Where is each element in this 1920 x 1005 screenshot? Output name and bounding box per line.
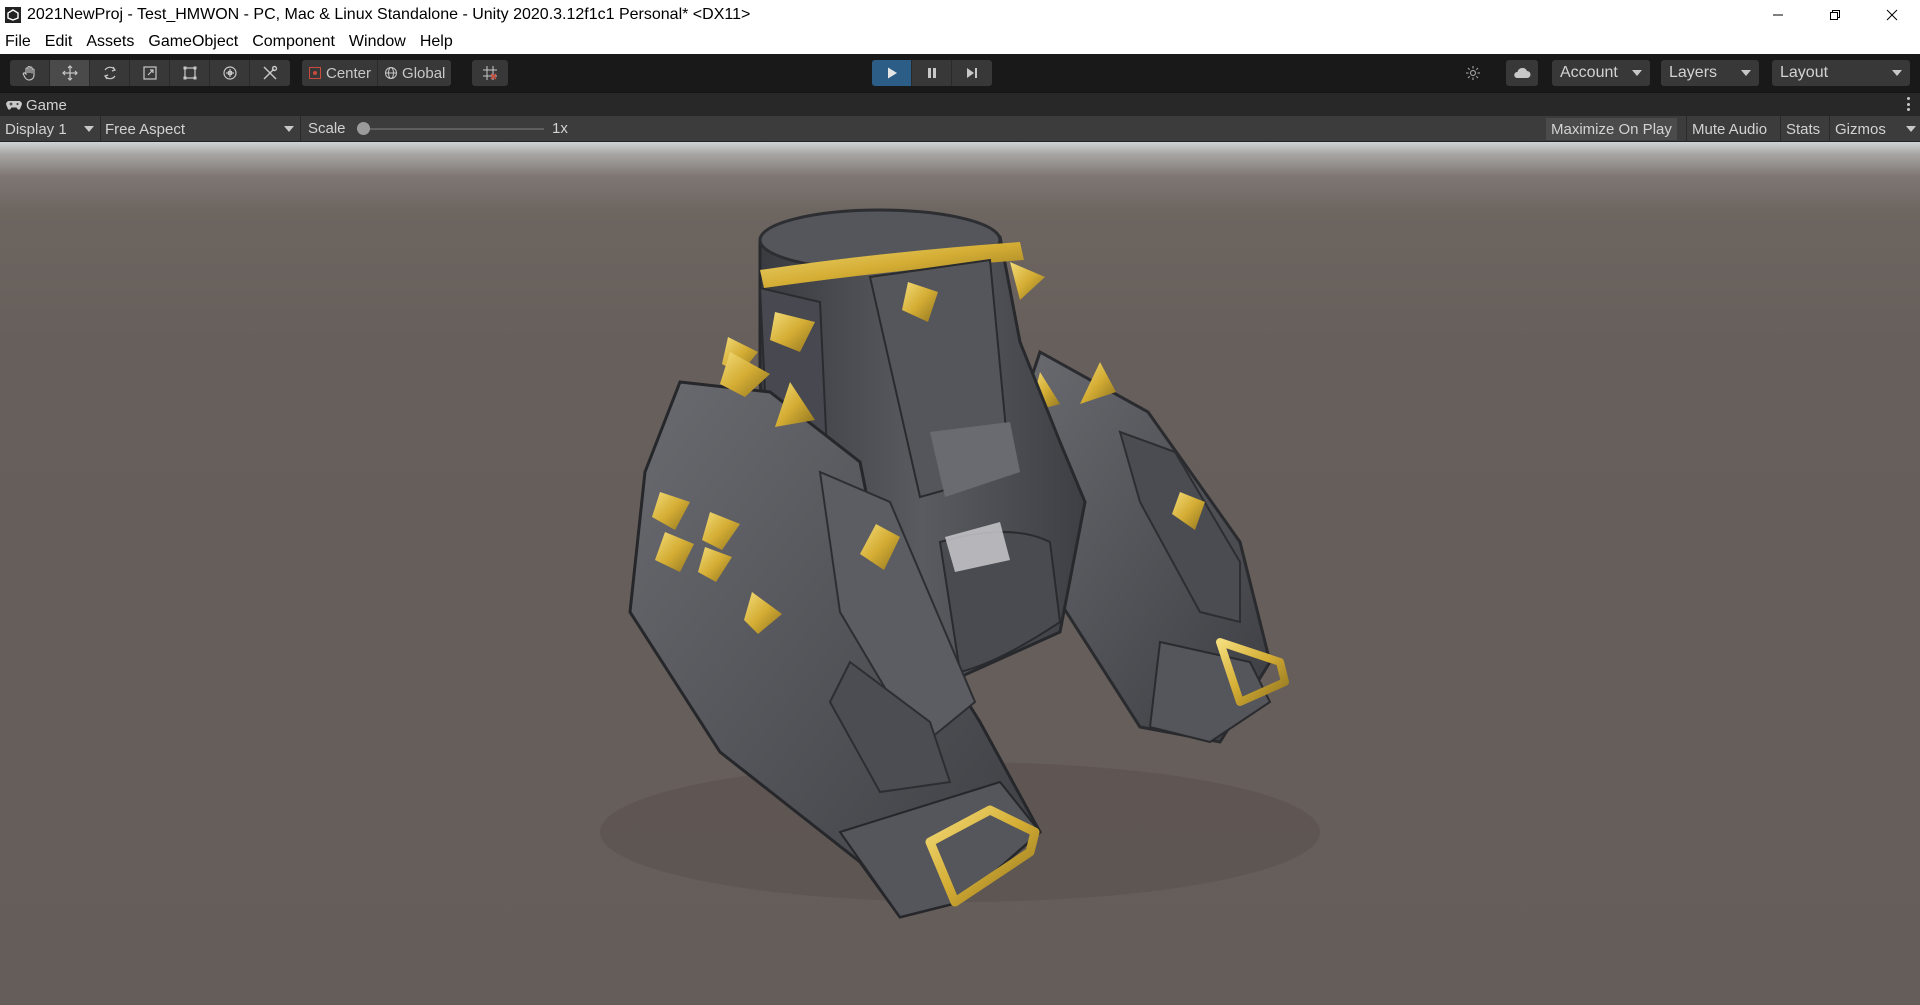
rect-tool-icon[interactable] bbox=[170, 60, 210, 86]
pivot-mode-label: Center bbox=[326, 64, 372, 82]
cloud-icon[interactable] bbox=[1506, 60, 1538, 86]
play-icon[interactable] bbox=[872, 60, 912, 86]
window-controls bbox=[1749, 0, 1920, 30]
divider bbox=[300, 116, 301, 142]
collab-icon[interactable] bbox=[1457, 60, 1489, 86]
pivot-mode-button[interactable]: Center bbox=[302, 60, 379, 86]
menu-file[interactable]: File bbox=[5, 33, 31, 51]
menu-help[interactable]: Help bbox=[420, 33, 453, 51]
pivot-center-icon bbox=[309, 67, 321, 79]
main-toolbar: Center Global Account Layers Layout bbox=[0, 54, 1920, 92]
hand-tool-icon[interactable] bbox=[10, 60, 50, 86]
game-viewport[interactable] bbox=[0, 142, 1920, 1005]
tower-model bbox=[600, 208, 1320, 919]
scale-tool-icon[interactable] bbox=[130, 60, 170, 86]
aspect-dropdown[interactable]: Free Aspect bbox=[100, 118, 298, 140]
transform-tool-icon[interactable] bbox=[210, 60, 250, 86]
transform-tools bbox=[10, 60, 290, 86]
pivot-rotation-button[interactable]: Global bbox=[378, 60, 451, 86]
scale-label: Scale bbox=[308, 120, 346, 137]
restore-icon[interactable] bbox=[1806, 0, 1863, 30]
chevron-down-icon bbox=[84, 126, 94, 132]
pivot-rotation-label: Global bbox=[402, 64, 446, 82]
game-tab-bar: Game bbox=[0, 92, 1920, 116]
kebab-menu-icon[interactable] bbox=[1906, 97, 1910, 111]
pause-icon[interactable] bbox=[912, 60, 952, 86]
layout-label: Layout bbox=[1780, 64, 1829, 81]
gizmos-label: Gizmos bbox=[1835, 120, 1886, 138]
display-dropdown[interactable]: Display 1 bbox=[0, 118, 98, 140]
globe-icon bbox=[385, 67, 398, 79]
gamepad-icon bbox=[6, 101, 22, 110]
mute-audio-label: Mute Audio bbox=[1692, 120, 1768, 138]
chevron-down-icon bbox=[1906, 126, 1916, 132]
window-title: 2021NewProj - Test_HMWON - PC, Mac & Lin… bbox=[27, 6, 751, 23]
account-label: Account bbox=[1560, 64, 1618, 81]
scale-slider-track[interactable] bbox=[360, 128, 544, 130]
layers-dropdown[interactable]: Layers bbox=[1661, 60, 1759, 86]
close-icon[interactable] bbox=[1863, 0, 1920, 30]
account-dropdown[interactable]: Account bbox=[1552, 60, 1650, 86]
layers-label: Layers bbox=[1669, 64, 1718, 81]
maximize-on-play-label: Maximize On Play bbox=[1551, 120, 1672, 138]
aspect-label: Free Aspect bbox=[105, 120, 186, 138]
menu-gameobject[interactable]: GameObject bbox=[148, 33, 238, 51]
scale-slider-thumb[interactable] bbox=[357, 122, 370, 135]
display-label: Display 1 bbox=[5, 120, 67, 138]
stats-label: Stats bbox=[1786, 120, 1821, 138]
step-icon[interactable] bbox=[952, 60, 992, 86]
menu-bar: File Edit Assets GameObject Component Wi… bbox=[0, 30, 1920, 54]
grid-snap-group bbox=[472, 60, 508, 86]
minimize-icon[interactable] bbox=[1749, 0, 1806, 30]
pivot-toggles: Center Global bbox=[302, 60, 452, 86]
maximize-on-play-toggle[interactable]: Maximize On Play bbox=[1546, 118, 1677, 140]
play-controls bbox=[872, 60, 992, 86]
window-title-bar: 2021NewProj - Test_HMWON - PC, Mac & Lin… bbox=[0, 0, 1920, 30]
stats-toggle[interactable]: Stats bbox=[1781, 118, 1825, 140]
menu-window[interactable]: Window bbox=[349, 33, 406, 51]
move-tool-icon[interactable] bbox=[50, 60, 90, 86]
unity-logo-icon bbox=[5, 7, 21, 23]
chevron-down-icon bbox=[1892, 70, 1902, 76]
layout-dropdown[interactable]: Layout bbox=[1772, 60, 1910, 86]
menu-edit[interactable]: Edit bbox=[45, 33, 73, 51]
chevron-down-icon bbox=[1632, 70, 1642, 76]
tab-game[interactable]: Game bbox=[6, 95, 67, 115]
mute-audio-toggle[interactable]: Mute Audio bbox=[1687, 118, 1772, 140]
custom-tool-icon[interactable] bbox=[250, 60, 290, 86]
scale-value: 1x bbox=[552, 120, 568, 137]
menu-assets[interactable]: Assets bbox=[86, 33, 134, 51]
chevron-down-icon bbox=[284, 126, 294, 132]
game-view-controls: Display 1 Free Aspect Scale 1x Maximize … bbox=[0, 116, 1920, 142]
rotate-tool-icon[interactable] bbox=[90, 60, 130, 86]
menu-component[interactable]: Component bbox=[252, 33, 335, 51]
chevron-down-icon bbox=[1741, 70, 1751, 76]
tab-game-label: Game bbox=[26, 96, 67, 114]
gizmos-dropdown[interactable]: Gizmos bbox=[1830, 118, 1920, 140]
grid-snap-icon[interactable] bbox=[472, 60, 508, 86]
